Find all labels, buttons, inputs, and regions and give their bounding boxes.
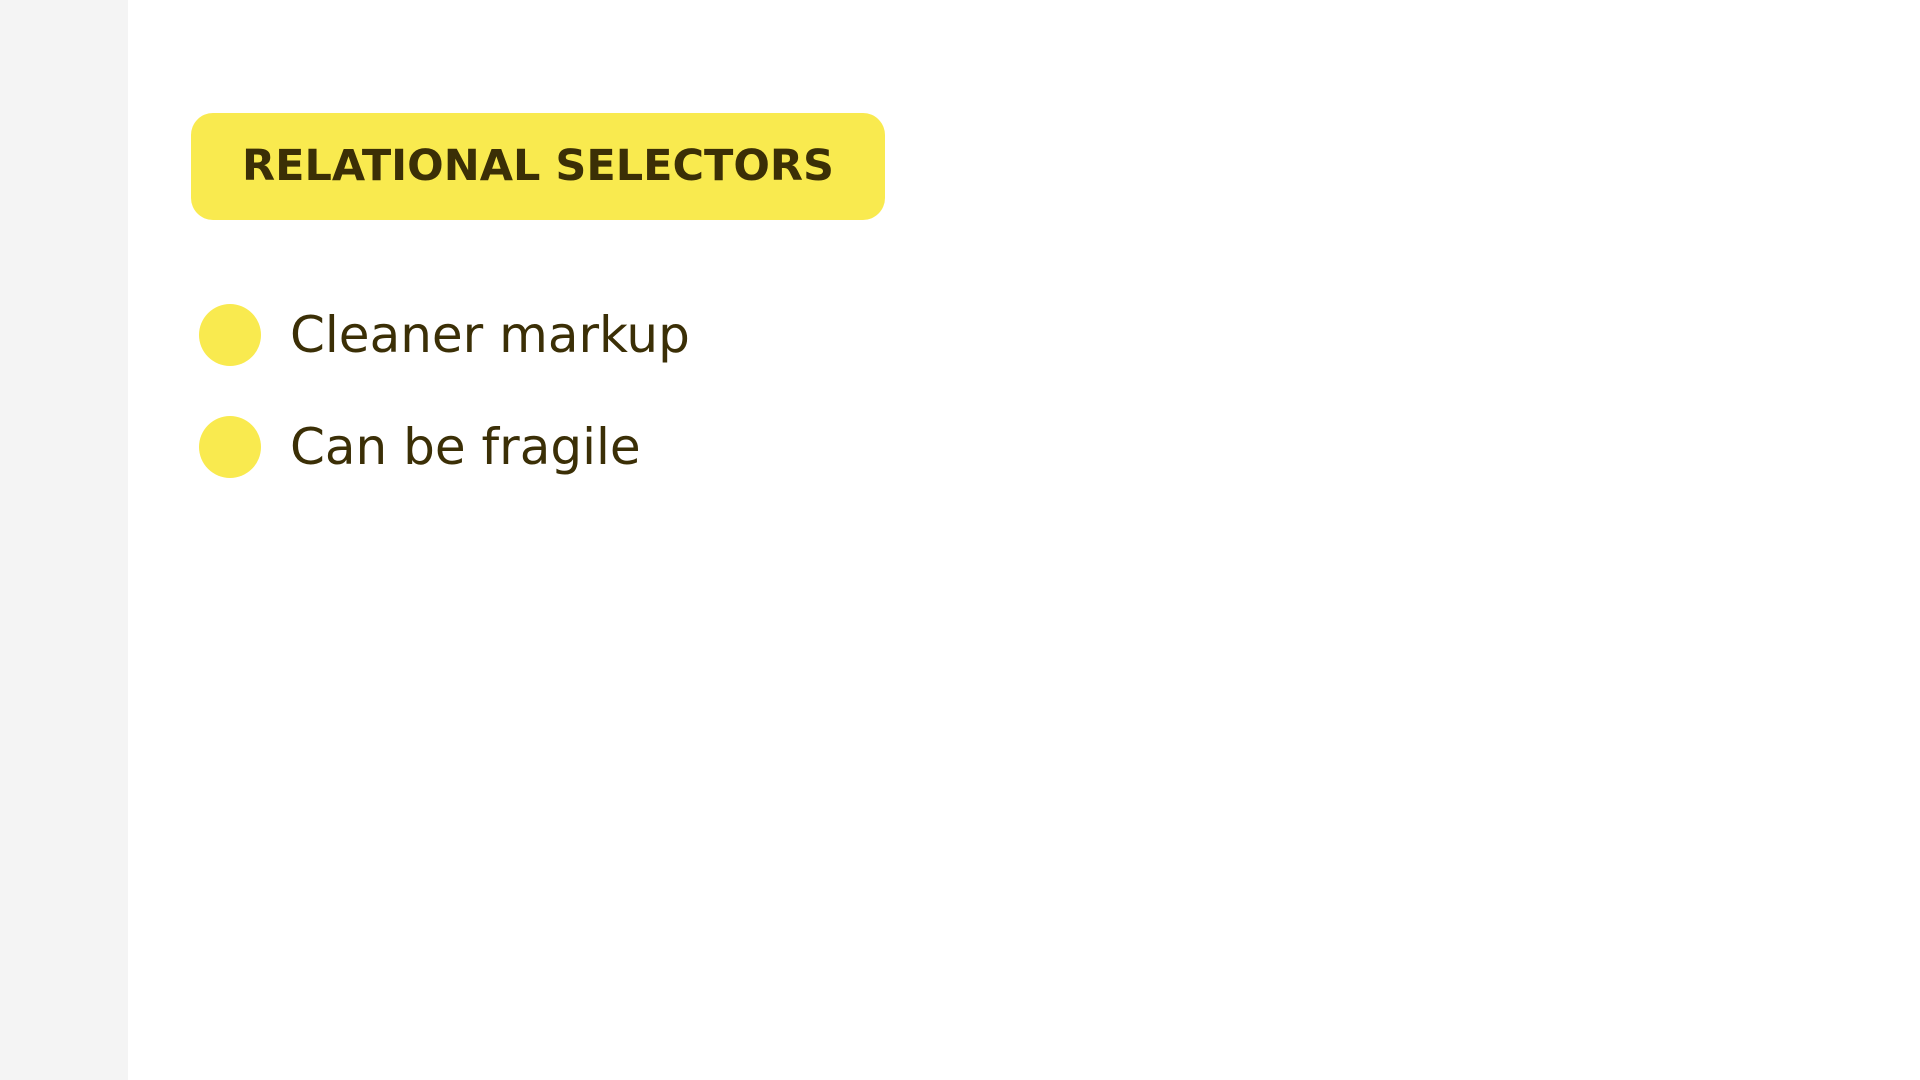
slide-title-badge: RELATIONAL SELECTORS <box>191 113 885 220</box>
bullet-text: Cleaner markup <box>290 306 690 364</box>
bullet-dot-icon <box>199 416 261 478</box>
bullet-dot-icon <box>199 304 261 366</box>
slide-title: RELATIONAL SELECTORS <box>242 141 834 191</box>
list-item: Can be fragile <box>199 410 690 484</box>
list-item: Cleaner markup <box>199 298 690 372</box>
bullet-list: Cleaner markup Can be fragile <box>199 298 690 522</box>
slide-canvas: RELATIONAL SELECTORS Cleaner markup Can … <box>128 0 1920 1080</box>
sidebar-panel <box>0 0 128 1080</box>
bullet-text: Can be fragile <box>290 418 641 476</box>
